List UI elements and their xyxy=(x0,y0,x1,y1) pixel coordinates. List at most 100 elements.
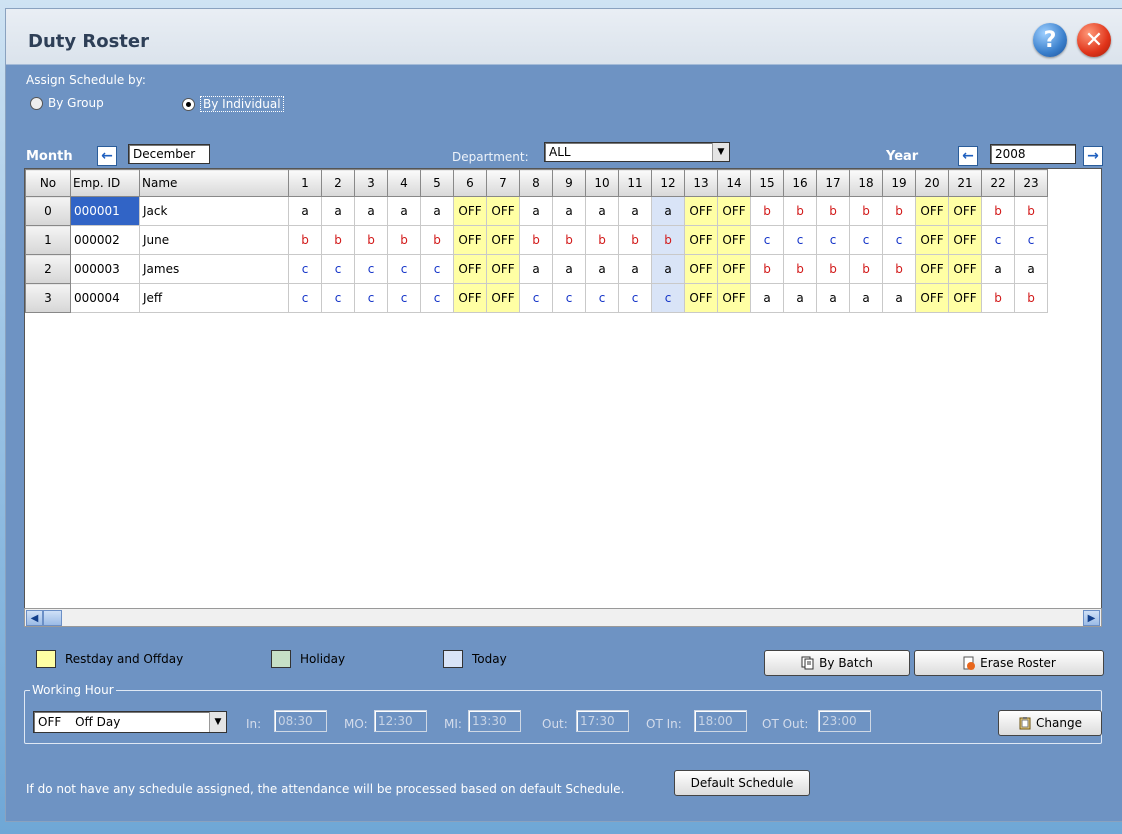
shift-cell[interactable]: b xyxy=(387,225,421,255)
shift-cell[interactable]: a xyxy=(750,283,784,313)
shift-cell[interactable]: OFF xyxy=(717,196,751,226)
name-cell[interactable]: June xyxy=(139,225,289,255)
prev-year-button[interactable]: ← xyxy=(958,146,978,166)
shift-cell[interactable]: b xyxy=(1014,283,1048,313)
shift-cell[interactable]: b xyxy=(849,254,883,284)
next-year-button[interactable]: → xyxy=(1083,146,1103,166)
shift-cell[interactable]: OFF xyxy=(948,225,982,255)
shift-cell[interactable]: OFF xyxy=(684,196,718,226)
shift-cell[interactable]: OFF xyxy=(717,225,751,255)
shift-cell[interactable]: OFF xyxy=(453,254,487,284)
shift-cell[interactable]: OFF xyxy=(486,283,520,313)
shift-cell[interactable]: b xyxy=(981,196,1015,226)
shift-cell[interactable]: c xyxy=(1014,225,1048,255)
shift-cell[interactable]: b xyxy=(783,254,817,284)
shift-cell[interactable]: OFF xyxy=(453,225,487,255)
shift-cell[interactable]: c xyxy=(816,225,850,255)
shift-cell[interactable]: OFF xyxy=(948,196,982,226)
row-number-cell[interactable]: 1 xyxy=(25,225,71,255)
shift-cell[interactable]: c xyxy=(354,283,388,313)
row-number-cell[interactable]: 0 xyxy=(25,196,71,226)
row-number-cell[interactable]: 2 xyxy=(25,254,71,284)
shift-cell[interactable]: c xyxy=(387,254,421,284)
shift-cell[interactable]: b xyxy=(651,225,685,255)
ot-in-time-field[interactable]: 18:00 xyxy=(694,710,747,732)
scroll-left-icon[interactable]: ◀ xyxy=(26,610,43,626)
by-individual-radio[interactable]: By Individual xyxy=(182,96,284,112)
scroll-right-icon[interactable]: ▶ xyxy=(1083,610,1100,626)
shift-cell[interactable]: b xyxy=(585,225,619,255)
shift-cell[interactable]: b xyxy=(354,225,388,255)
shift-cell[interactable]: OFF xyxy=(684,225,718,255)
change-button[interactable]: Change xyxy=(998,710,1102,736)
shift-cell[interactable]: a xyxy=(321,196,355,226)
shift-cell[interactable]: a xyxy=(783,283,817,313)
erase-roster-button[interactable]: Erase Roster xyxy=(914,650,1104,676)
shift-cell[interactable]: a xyxy=(552,196,586,226)
shift-cell[interactable]: c xyxy=(288,283,322,313)
name-cell[interactable]: Jack xyxy=(139,196,289,226)
shift-cell[interactable]: OFF xyxy=(684,283,718,313)
shift-cell[interactable]: a xyxy=(585,196,619,226)
shift-cell[interactable]: a xyxy=(816,283,850,313)
shift-cell[interactable]: OFF xyxy=(453,283,487,313)
out-time-field[interactable]: 17:30 xyxy=(576,710,629,732)
ot-out-time-field[interactable]: 23:00 xyxy=(818,710,871,732)
shift-cell[interactable]: a xyxy=(519,196,553,226)
shift-cell[interactable]: b xyxy=(552,225,586,255)
shift-cell[interactable]: c xyxy=(552,283,586,313)
shift-cell[interactable]: a xyxy=(651,254,685,284)
shift-cell[interactable]: c xyxy=(321,283,355,313)
shift-cell[interactable]: b xyxy=(750,254,784,284)
shift-cell[interactable]: a xyxy=(849,283,883,313)
table-row[interactable]: 3 000004 Jeff c c c c c OFF OFF c c c c c OFF OFF a a a a a OF… xyxy=(25,283,1048,313)
shift-cell[interactable]: a xyxy=(420,196,454,226)
default-schedule-button[interactable]: Default Schedule xyxy=(674,770,810,796)
in-time-field[interactable]: 08:30 xyxy=(274,710,327,732)
shift-cell[interactable]: c xyxy=(519,283,553,313)
shift-cell[interactable]: OFF xyxy=(948,254,982,284)
emp-id-cell[interactable]: 000003 xyxy=(70,254,140,284)
shift-cell[interactable]: OFF xyxy=(717,254,751,284)
shift-cell[interactable]: OFF xyxy=(717,283,751,313)
shift-cell[interactable]: c xyxy=(585,283,619,313)
shift-cell[interactable]: b xyxy=(321,225,355,255)
shift-cell[interactable]: c xyxy=(750,225,784,255)
month-field[interactable]: December xyxy=(128,144,210,164)
emp-id-cell[interactable]: 000001 xyxy=(70,196,140,226)
shift-cell[interactable]: c xyxy=(387,283,421,313)
shift-cell[interactable]: c xyxy=(882,225,916,255)
shift-cell[interactable]: c xyxy=(420,254,454,284)
shift-cell[interactable]: a xyxy=(288,196,322,226)
department-select[interactable]: ALL ▼ xyxy=(544,142,730,162)
table-row[interactable]: 0 000001 Jack a a a a a OFF OFF a a a a a OFF OFF b b b b b OF… xyxy=(25,196,1048,226)
shift-cell[interactable]: c xyxy=(321,254,355,284)
emp-id-cell[interactable]: 000004 xyxy=(70,283,140,313)
shift-cell[interactable]: a xyxy=(552,254,586,284)
shift-cell[interactable]: c xyxy=(288,254,322,284)
shift-cell[interactable]: b xyxy=(420,225,454,255)
help-icon[interactable]: ? xyxy=(1033,23,1067,57)
shift-cell[interactable]: b xyxy=(882,254,916,284)
prev-month-button[interactable]: ← xyxy=(97,146,117,166)
shift-cell[interactable]: c xyxy=(354,254,388,284)
shift-cell[interactable]: OFF xyxy=(486,225,520,255)
shift-cell[interactable]: a xyxy=(618,254,652,284)
close-icon[interactable]: ✕ xyxy=(1077,23,1111,57)
shift-cell[interactable]: b xyxy=(519,225,553,255)
scrollbar-thumb[interactable] xyxy=(43,610,62,626)
year-field[interactable]: 2008 xyxy=(990,144,1076,164)
shift-cell[interactable]: b xyxy=(882,196,916,226)
shift-cell[interactable]: OFF xyxy=(915,254,949,284)
shift-cell[interactable]: OFF xyxy=(915,196,949,226)
shift-cell[interactable]: a xyxy=(354,196,388,226)
emp-id-cell[interactable]: 000002 xyxy=(70,225,140,255)
shift-cell[interactable]: a xyxy=(882,283,916,313)
shift-cell[interactable]: c xyxy=(618,283,652,313)
shift-cell[interactable]: c xyxy=(783,225,817,255)
name-cell[interactable]: James xyxy=(139,254,289,284)
shift-cell[interactable]: b xyxy=(981,283,1015,313)
shift-cell[interactable]: b xyxy=(618,225,652,255)
shift-cell[interactable]: OFF xyxy=(684,254,718,284)
shift-cell[interactable]: OFF xyxy=(486,254,520,284)
